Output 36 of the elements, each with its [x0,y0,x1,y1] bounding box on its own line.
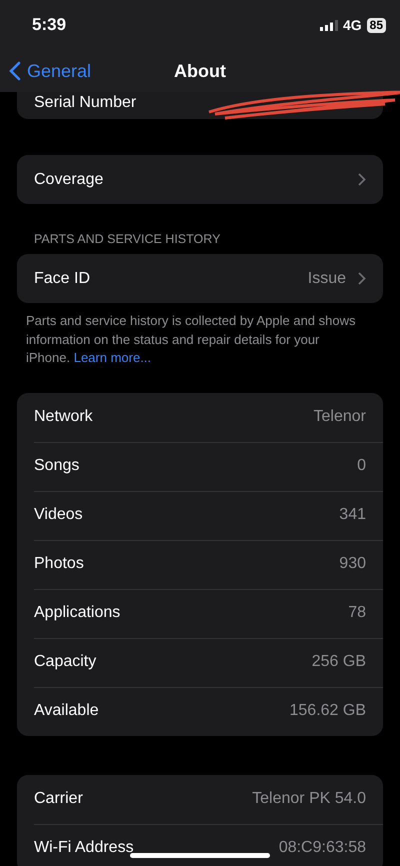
row-value: Issue [308,270,346,288]
row-label: Photos [34,555,84,573]
row-value: 08:C9:63:58 [278,839,366,857]
section-header: PARTS AND SERVICE HISTORY [33,231,222,248]
page-title: About [174,60,226,80]
row-label: Face ID [34,270,90,288]
settings-row[interactable]: Coverage [17,155,383,204]
learn-more-link[interactable]: Learn more... [74,350,152,365]
clock: 5:39 [32,15,66,35]
row-value: 0 [357,457,366,475]
row-label: Videos [34,506,83,524]
row-value: 930 [339,555,366,573]
signal-icon [320,20,338,30]
row-label: Network [34,408,93,426]
settings-row[interactable]: Face ID Issue [17,254,383,303]
row-label: Wi-Fi Address [34,839,134,857]
row-value: 156.62 GB [290,702,366,720]
row-label: Serial Number [34,94,136,112]
row-value: Telenor [314,408,366,426]
row-label: Coverage [34,170,104,188]
row-value: 256 GB [312,653,366,671]
footer-note: Parts and service history is collected by Apple and shows information on the status and repair details for your iPhone. Learn more... [25,312,357,367]
chevron-icon [358,272,366,285]
row-value: 78 [348,604,366,622]
row-label: Songs [34,457,80,475]
back-button[interactable]: General [0,60,98,82]
row-label: Capacity [34,653,96,671]
row-label: Applications [34,604,120,622]
row-label: Carrier [34,790,83,808]
chevron-icon [358,173,366,186]
row-value: 341 [339,506,366,524]
row-label: Available [34,702,99,720]
battery-level: 85 [366,18,386,32]
row-value: Telenor PK 54.0 [252,790,366,808]
network-type: 4G [342,17,362,33]
back-chevron-icon [9,61,21,81]
